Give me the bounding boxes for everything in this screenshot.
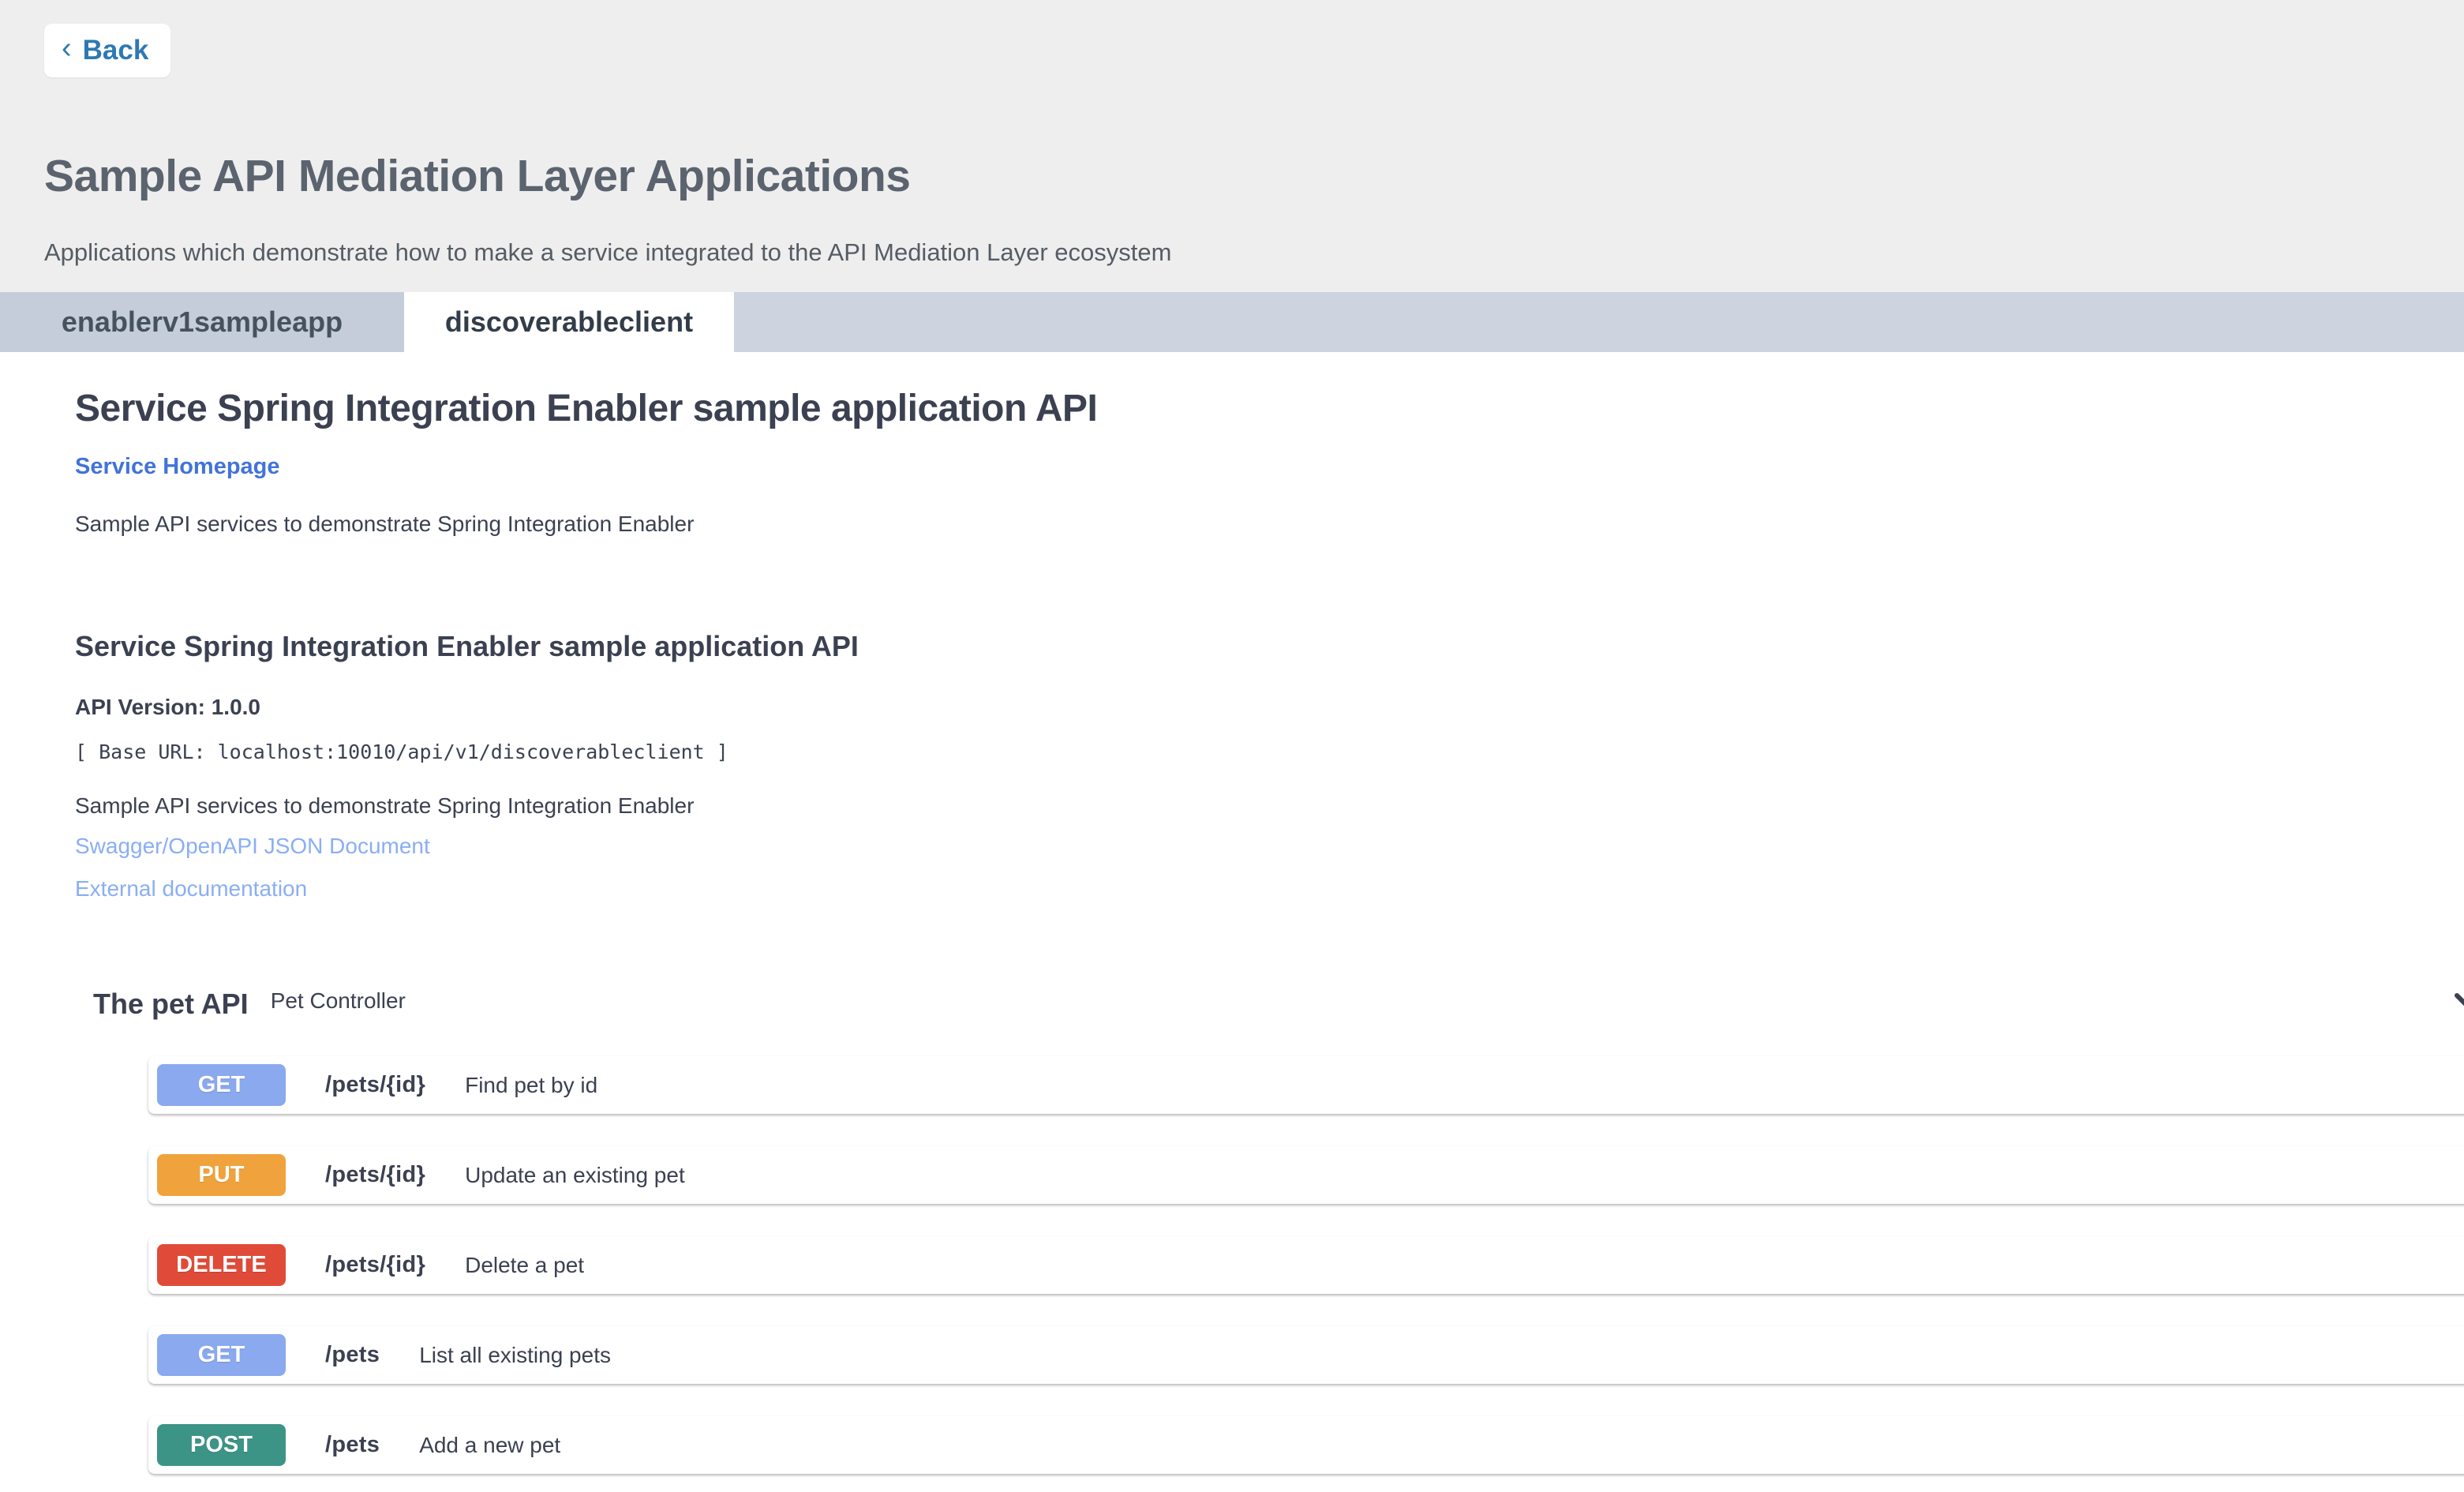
back-chevron-icon: ‹: [62, 33, 72, 63]
operation-path: /pets/{id}: [325, 1162, 425, 1188]
operation-path: /pets/{id}: [325, 1252, 425, 1278]
operation-description: Find pet by id: [465, 1073, 597, 1098]
pet-api-title: The pet API: [93, 987, 249, 1021]
operation-description: Add a new pet: [419, 1433, 560, 1458]
service-title: Service Spring Integration Enabler sampl…: [75, 352, 2464, 430]
service-homepage-link[interactable]: Service Homepage: [75, 454, 280, 480]
service-description: Sample API services to demonstrate Sprin…: [75, 512, 2464, 537]
operation-path: /pets: [325, 1432, 380, 1458]
api-doc-title: Service Spring Integration Enabler sampl…: [75, 630, 2464, 663]
api-doc-description: Sample API services to demonstrate Sprin…: [75, 793, 2464, 819]
base-url: [ Base URL: localhost:10010/api/v1/disco…: [75, 740, 2464, 763]
back-button-label: Back: [83, 36, 149, 64]
operation-description: Update an existing pet: [465, 1163, 685, 1188]
method-badge-get: GET: [157, 1064, 286, 1106]
external-docs-link[interactable]: External documentation: [75, 875, 2464, 902]
page-title: Sample API Mediation Layer Applications: [44, 150, 2464, 202]
pet-api-section-header[interactable]: The pet API Pet Controller: [93, 987, 2464, 1021]
back-button[interactable]: ‹ Back: [44, 24, 170, 77]
method-badge-delete: DELETE: [157, 1244, 286, 1286]
method-badge-put: PUT: [157, 1154, 286, 1196]
operation-row-get-0[interactable]: GET /pets/{id} Find pet by id: [148, 1056, 2464, 1114]
operation-row-post-4[interactable]: POST /pets Add a new pet: [148, 1416, 2464, 1474]
operation-row-put-1[interactable]: PUT /pets/{id} Update an existing pet: [148, 1146, 2464, 1204]
operation-row-delete-2[interactable]: DELETE /pets/{id} Delete a pet: [148, 1236, 2464, 1294]
pet-api-subtitle: Pet Controller: [271, 988, 406, 1014]
operation-path: /pets/{id}: [325, 1072, 425, 1098]
page-header: ‹ Back Sample API Mediation Layer Applic…: [0, 0, 2464, 292]
method-badge-post: POST: [157, 1424, 286, 1466]
operations-list: GET /pets/{id} Find pet by id PUT /pets/…: [148, 1056, 2464, 1474]
swagger-json-link[interactable]: Swagger/OpenAPI JSON Document: [75, 833, 2464, 860]
operation-description: List all existing pets: [419, 1343, 611, 1368]
chevron-down-icon[interactable]: [2453, 992, 2464, 1018]
main-content: Service Spring Integration Enabler sampl…: [0, 352, 2464, 1474]
method-badge-get: GET: [157, 1334, 286, 1376]
operation-description: Delete a pet: [465, 1253, 584, 1278]
tab-enablerv1sampleapp[interactable]: enablerv1sampleapp: [0, 292, 404, 352]
page-subtitle: Applications which demonstrate how to ma…: [44, 238, 2464, 267]
operation-path: /pets: [325, 1342, 380, 1368]
api-version: API Version: 1.0.0: [75, 695, 2464, 720]
tab-discoverableclient[interactable]: discoverableclient: [404, 292, 734, 352]
operation-row-get-3[interactable]: GET /pets List all existing pets: [148, 1326, 2464, 1384]
tab-bar: enablerv1sampleapp discoverableclient: [0, 292, 2464, 352]
